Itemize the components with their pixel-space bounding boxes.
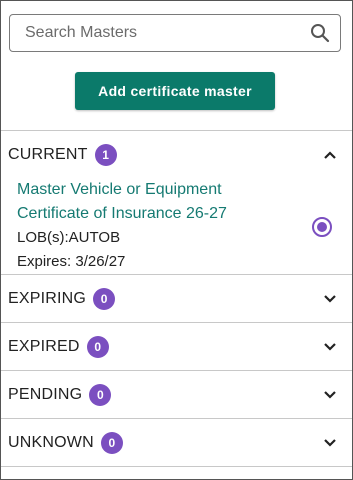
masters-panel: Add certificate master CURRENT 1 Master …: [0, 0, 353, 480]
search-icon[interactable]: [308, 21, 332, 45]
section-title: PENDING: [8, 385, 83, 403]
section-pending: PENDING 0: [1, 370, 352, 418]
section-unknown-header[interactable]: UNKNOWN 0: [1, 419, 352, 466]
search-box[interactable]: [9, 14, 341, 52]
certificate-title[interactable]: Certificate of Insurance 26-27: [17, 202, 302, 226]
divider: [1, 466, 352, 467]
section-current: CURRENT 1 Master Vehicle or Equipment Ce…: [1, 130, 352, 274]
section-title: CURRENT: [8, 145, 88, 163]
section-pending-header[interactable]: PENDING 0: [1, 371, 352, 418]
section-title: EXPIRING: [8, 289, 87, 307]
section-title: UNKNOWN: [8, 433, 94, 451]
section-unknown: UNKNOWN 0: [1, 418, 352, 467]
selected-radio[interactable]: [312, 217, 332, 237]
certificate-master-list: CURRENT 1 Master Vehicle or Equipment Ce…: [1, 130, 352, 467]
section-current-header[interactable]: CURRENT 1: [1, 131, 352, 178]
certificate-title[interactable]: Master Vehicle or Equipment: [17, 178, 302, 202]
section-expired: EXPIRED 0: [1, 322, 352, 370]
count-badge: 1: [94, 143, 117, 166]
section-title: EXPIRED: [8, 337, 80, 355]
chevron-up-icon[interactable]: [322, 147, 338, 163]
lob-text: LOB(s):AUTOB: [17, 229, 121, 246]
count-badge: 0: [86, 335, 109, 358]
list-item[interactable]: Master Vehicle or Equipment Certificate …: [1, 178, 352, 274]
section-expiring: EXPIRING 0: [1, 274, 352, 322]
chevron-down-icon[interactable]: [322, 291, 338, 307]
count-badge: 0: [93, 287, 116, 310]
expires-text: Expires: 3/26/27: [17, 253, 126, 270]
search-input[interactable]: [10, 15, 308, 51]
count-badge: 0: [89, 383, 112, 406]
radio-dot: [317, 222, 327, 232]
section-expiring-header[interactable]: EXPIRING 0: [1, 275, 352, 322]
chevron-down-icon[interactable]: [322, 435, 338, 451]
add-certificate-master-button[interactable]: Add certificate master: [75, 72, 275, 110]
count-badge: 0: [100, 431, 123, 454]
section-expired-header[interactable]: EXPIRED 0: [1, 323, 352, 370]
chevron-down-icon[interactable]: [322, 339, 338, 355]
chevron-down-icon[interactable]: [322, 387, 338, 403]
